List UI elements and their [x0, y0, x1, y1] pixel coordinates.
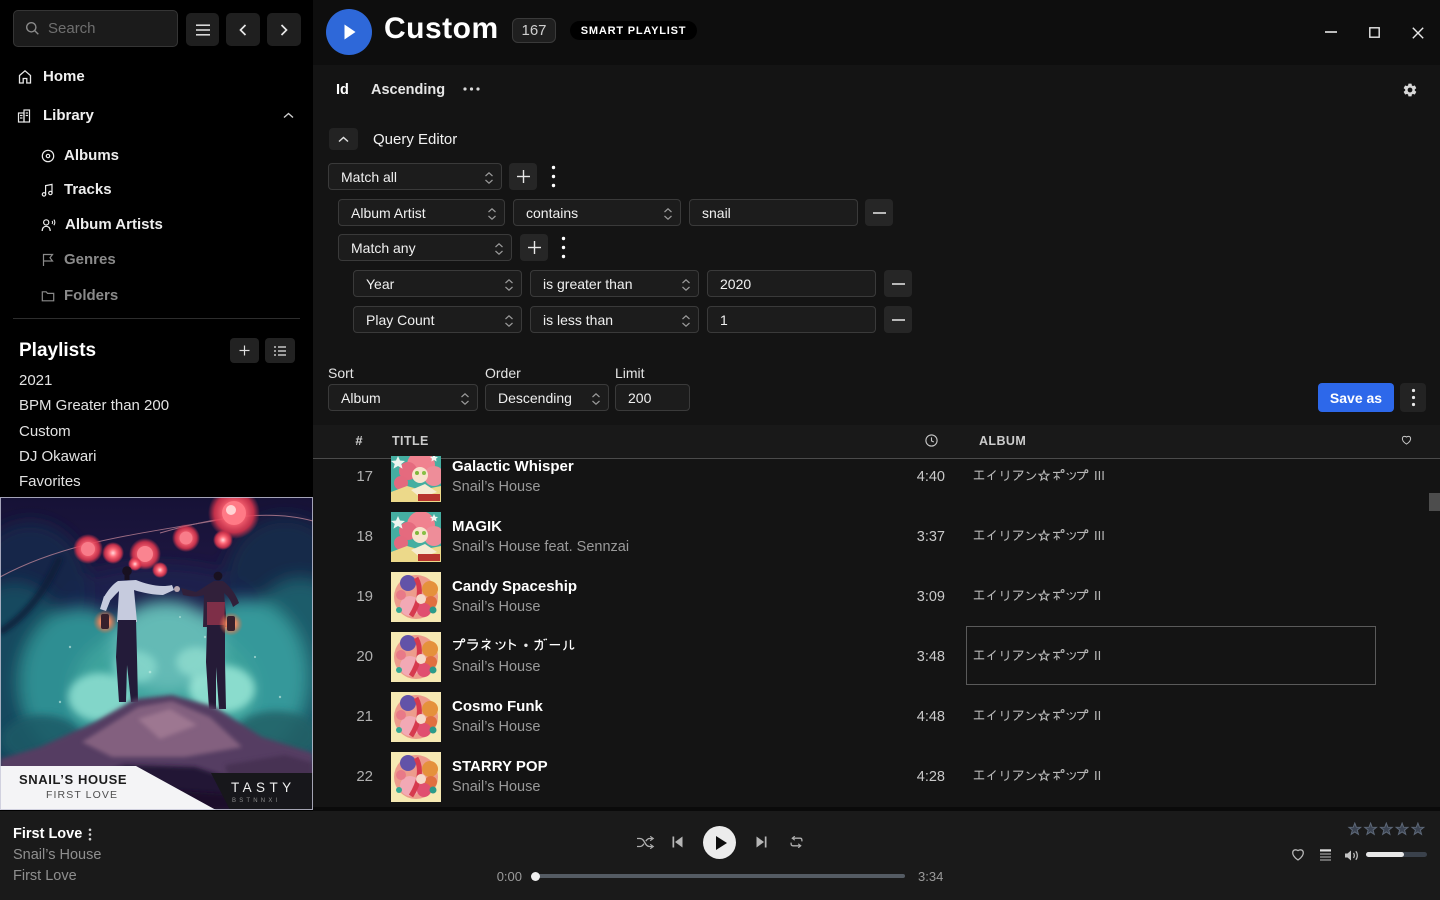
svg-text:SNAIL’S HOUSE: SNAIL’S HOUSE [19, 772, 127, 787]
svg-text:III: III [1094, 469, 1105, 483]
svg-text:II: II [1094, 709, 1101, 723]
svg-text:II: II [1094, 589, 1101, 603]
svg-text:III: III [1094, 529, 1105, 543]
svg-text:TASTY: TASTY [231, 780, 296, 795]
svg-text:BSTNNXI: BSTNNXI [232, 798, 280, 804]
svg-text:II: II [1094, 769, 1101, 783]
svg-text:FIRST LOVE: FIRST LOVE [46, 789, 118, 801]
